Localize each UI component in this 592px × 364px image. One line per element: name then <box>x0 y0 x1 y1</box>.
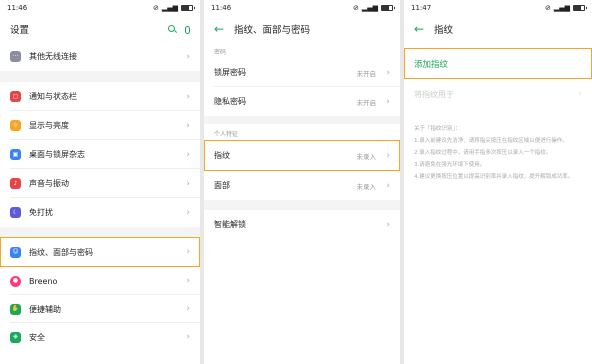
back-arrow-icon[interactable]: ← <box>214 23 226 35</box>
notification-icon: ▢ <box>10 91 21 102</box>
page-title: 设置 <box>10 25 30 36</box>
note-line: 4.建议更换按压位置以提高识别率并录入指纹，提升解锁成功率。 <box>414 174 574 180</box>
page-title: 指纹 <box>434 25 454 36</box>
status-time: 11:46 <box>211 4 232 12</box>
item-label: 锁屏密码 <box>214 68 246 77</box>
battery-icon <box>381 5 395 11</box>
item-status: 未录入 <box>356 152 377 161</box>
settings-item-dnd[interactable]: ☾ 免打扰 › <box>0 198 200 227</box>
chevron-right-icon: › <box>186 304 190 314</box>
item-status: 未录入 <box>356 182 377 191</box>
shield-icon: ◈ <box>10 331 21 343</box>
battery-icon <box>573 5 587 11</box>
chevron-right-icon: › <box>386 219 390 230</box>
chevron-right-icon: › <box>186 91 190 102</box>
face-item[interactable]: 面部 未录入 › <box>204 171 400 200</box>
vibrate-icon: ⊘ <box>544 3 551 12</box>
note-line: 3.请避免在强光环境下使用。 <box>414 162 486 168</box>
chevron-right-icon: › <box>386 150 390 161</box>
note-line: 2.录入指纹过程中，请用手指多次按压以录入一个指纹。 <box>414 150 552 156</box>
settings-item-assist[interactable]: ✋ 便捷辅助 › <box>0 295 200 323</box>
settings-item-sound[interactable]: ♪ 声音与振动 › <box>0 169 200 198</box>
add-fingerprint-label: 添加指纹 <box>414 59 449 70</box>
chevron-right-icon: › <box>386 180 390 191</box>
settings-screen: 11:46 ⊘ ▂▄▆ 设置 ··· 其他无线连接 › ▢ 通知与状态栏 › ☼… <box>0 0 200 364</box>
settings-item-label: 指纹、面部与密码 <box>29 247 93 257</box>
signal-icon: ▂▄▆ <box>553 3 570 12</box>
item-label: 指纹 <box>214 151 230 160</box>
settings-item-notifications[interactable]: ▢ 通知与状态栏 › <box>0 82 200 111</box>
status-bar: 11:47 ⊘ ▂▄▆ <box>404 0 592 16</box>
status-time: 11:46 <box>7 4 28 12</box>
item-label: 面部 <box>214 181 230 190</box>
settings-item-label: 安全 <box>29 332 45 342</box>
sound-icon: ♪ <box>10 178 21 189</box>
breeno-icon: ● <box>10 275 21 287</box>
settings-item-security[interactable]: ◈ 安全 › <box>0 323 200 351</box>
back-arrow-icon[interactable]: ← <box>414 23 426 35</box>
status-bar: 11:46 ⊘ ▂▄▆ <box>0 0 200 16</box>
chevron-right-icon: › <box>186 178 190 189</box>
item-label: 隐私密码 <box>214 97 246 106</box>
settings-item-label: 其他无线连接 <box>29 52 77 61</box>
assist-icon: ✋ <box>10 303 21 315</box>
note-line: 1.录入前建议先洁净、请将指尖按压在指纹区域以便进行操作。 <box>414 138 568 144</box>
chevron-right-icon: › <box>186 276 190 286</box>
lock-screen-password-item[interactable]: 锁屏密码 未开启 › <box>204 58 400 87</box>
fingerprint-screen: 11:47 ⊘ ▂▄▆ ← 指纹 添加指纹 将指纹用于 › 关于「指纹识别」： … <box>404 0 592 364</box>
status-time: 11:47 <box>411 4 432 12</box>
moon-icon: ☾ <box>10 207 21 218</box>
wallpaper-icon: ▣ <box>10 149 21 160</box>
chevron-right-icon: › <box>186 120 190 131</box>
signal-icon: ▂▄▆ <box>361 3 378 12</box>
settings-item-other-wireless[interactable]: ··· 其他无线连接 › <box>0 42 200 71</box>
item-status: 未开启 <box>356 69 377 78</box>
settings-item-label: 便捷辅助 <box>29 304 61 314</box>
fingerprint-item[interactable]: 指纹 未录入 › <box>204 140 400 171</box>
settings-item-label: 桌面与锁屏杂志 <box>29 150 85 159</box>
chevron-right-icon: › <box>386 96 390 107</box>
battery-icon <box>181 5 195 11</box>
chevron-right-icon: › <box>186 149 190 160</box>
notes-title: 关于「指纹识别」： <box>414 126 461 132</box>
settings-item-display[interactable]: ☼ 显示与亮度 › <box>0 111 200 140</box>
chevron-right-icon: › <box>186 51 190 62</box>
more-dots-icon: ··· <box>10 51 21 62</box>
status-bar: 11:46 ⊘ ▂▄▆ <box>204 0 400 16</box>
microphone-icon[interactable] <box>185 26 190 34</box>
fingerprint-notes: 关于「指纹识别」： 1.录入前建议先洁净、请将指尖按压在指纹区域以便进行操作。 … <box>404 117 592 189</box>
settings-item-fingerprint-face-password[interactable]: ☺ 指纹、面部与密码 › <box>0 237 200 267</box>
settings-item-label: 免打扰 <box>29 208 53 217</box>
fingerprint-face-password-screen: 11:46 ⊘ ▂▄▆ ← 指纹、面部与密码 密码 锁屏密码 未开启 › 隐私密… <box>204 0 400 364</box>
privacy-password-item[interactable]: 隐私密码 未开启 › <box>204 87 400 116</box>
fingerprint-face-icon: ☺ <box>10 246 21 258</box>
settings-item-label: 通知与状态栏 <box>29 92 77 101</box>
search-icon[interactable] <box>168 25 175 32</box>
signal-icon: ▂▄▆ <box>161 3 178 12</box>
chevron-right-icon: › <box>386 67 390 78</box>
section-header-password: 密码 <box>214 49 227 56</box>
use-fingerprint-for-item: 将指纹用于 › <box>404 79 592 109</box>
section-header-biometrics: 个人特征 <box>214 131 239 138</box>
chevron-right-icon: › <box>186 332 190 342</box>
brightness-icon: ☼ <box>10 120 21 131</box>
chevron-right-icon: › <box>186 207 190 218</box>
smart-unlock-item[interactable]: 智能解锁 › <box>204 210 400 239</box>
settings-item-label: Breeno <box>29 276 58 286</box>
add-fingerprint-button[interactable]: 添加指纹 <box>404 48 592 79</box>
chevron-right-icon: › <box>578 89 582 99</box>
settings-item-breeno[interactable]: ● Breeno › <box>0 267 200 295</box>
vibrate-icon: ⊘ <box>352 3 359 12</box>
settings-item-label: 显示与亮度 <box>29 121 69 130</box>
item-status: 未开启 <box>356 98 377 107</box>
chevron-right-icon: › <box>186 247 190 257</box>
settings-item-label: 声音与振动 <box>29 179 69 188</box>
item-label: 智能解锁 <box>214 220 246 229</box>
item-label: 将指纹用于 <box>414 89 454 99</box>
vibrate-icon: ⊘ <box>152 3 159 12</box>
settings-item-wallpaper[interactable]: ▣ 桌面与锁屏杂志 › <box>0 140 200 169</box>
page-title: 指纹、面部与密码 <box>234 25 311 36</box>
